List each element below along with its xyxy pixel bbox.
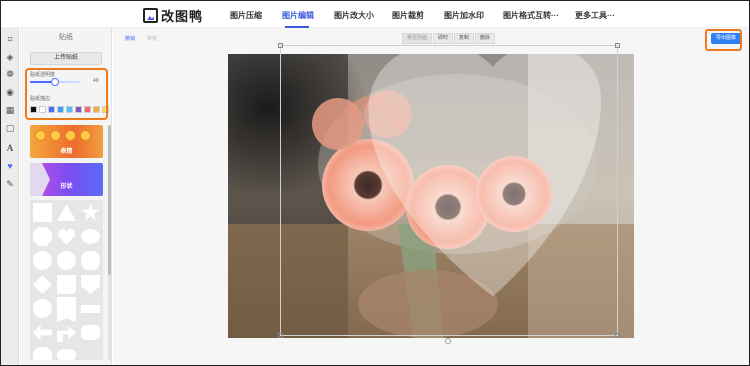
crop-icon[interactable]: ⌗ xyxy=(5,34,15,44)
rotate-handle[interactable] xyxy=(445,338,451,344)
undo-button[interactable]: 撤销 xyxy=(125,35,135,42)
sticker-toolbar: 移至前面 即时 复制 删除 xyxy=(402,33,496,44)
note-shape-icon[interactable] xyxy=(57,275,76,294)
tool-rail: ⌗ ◈ ❁ ◉ ▦ ▢ A ♥ ✎ xyxy=(1,28,19,365)
opacity-stroke-highlight xyxy=(25,68,108,120)
emoji-icon xyxy=(35,130,46,141)
brand-logo[interactable]: 改图鸭 xyxy=(143,6,203,25)
brand-name: 改图鸭 xyxy=(161,9,204,24)
nav-item-watermark[interactable]: 图片加水印 xyxy=(444,10,484,21)
blob-shape-icon[interactable] xyxy=(33,347,52,360)
sticker-pack-label: 表情 xyxy=(60,149,73,155)
filter-icon[interactable]: ❁ xyxy=(5,69,15,79)
emoji-icon xyxy=(65,130,76,141)
logo-icon xyxy=(143,8,158,23)
drop-icon[interactable]: ◈ xyxy=(5,52,15,62)
sticker-selection-box[interactable] xyxy=(278,43,620,338)
bar-shape-icon[interactable] xyxy=(81,305,100,313)
sticker-pack-emoji[interactable]: 表情 xyxy=(30,125,103,158)
nav-item-more-tools[interactable]: 更多工具··· xyxy=(575,10,615,21)
nav-item-crop[interactable]: 图片裁剪 xyxy=(392,10,424,21)
upload-sticker-button[interactable]: 上传贴纸 xyxy=(30,52,102,65)
panel-scrollbar[interactable] xyxy=(108,125,111,360)
bring-forward-button[interactable]: 移至前面 xyxy=(402,33,433,44)
delete-button[interactable]: 删除 xyxy=(475,33,496,44)
nav-item-compress[interactable]: 图片压缩 xyxy=(230,10,262,21)
shape-sticker-grid xyxy=(30,200,103,360)
redo-button[interactable]: 恢复 xyxy=(147,35,157,42)
resize-handle[interactable] xyxy=(278,43,283,48)
sticker-pack-label: 形状 xyxy=(60,184,73,190)
turn-arrow-icon[interactable] xyxy=(57,325,76,342)
resize-handle[interactable] xyxy=(278,333,283,338)
cloud-shape-icon[interactable] xyxy=(81,325,100,340)
burst-shape-icon[interactable] xyxy=(81,251,100,270)
mosaic-icon[interactable]: ▦ xyxy=(5,105,15,115)
chevron-shape-icon xyxy=(30,163,50,196)
adjust-icon[interactable]: ◉ xyxy=(5,87,15,97)
speech-bubble-icon[interactable] xyxy=(81,229,100,244)
shield-shape-icon[interactable] xyxy=(81,275,100,294)
scrollbar-thumb[interactable] xyxy=(108,125,111,275)
bookmark-shape-icon[interactable] xyxy=(57,297,76,322)
octagon-shape-icon[interactable] xyxy=(33,227,52,246)
text-icon[interactable]: A xyxy=(5,143,15,153)
duplicate-button[interactable]: 复制 xyxy=(454,33,475,44)
nav-item-format-convert[interactable]: 图片格式互转··· xyxy=(503,10,559,21)
top-navigation: 改图鸭 图片压缩 图片编辑 图片改大小 图片裁剪 图片加水印 图片格式互转···… xyxy=(1,1,749,28)
star-shape-icon[interactable] xyxy=(81,203,100,221)
emoji-icon xyxy=(80,130,91,141)
resize-handle[interactable] xyxy=(615,333,620,338)
panel-title: 贴纸 xyxy=(59,34,73,41)
badge-shape-icon[interactable] xyxy=(33,251,52,270)
nav-item-edit[interactable]: 图片编辑 xyxy=(282,10,314,21)
diamond-shape-icon[interactable] xyxy=(33,275,52,294)
resize-handle[interactable] xyxy=(615,43,620,48)
heart-shape-icon[interactable] xyxy=(57,228,76,246)
instant-button[interactable]: 即时 xyxy=(433,33,454,44)
arrow-left-icon[interactable] xyxy=(33,324,52,341)
emoji-icon xyxy=(50,130,61,141)
brush-icon[interactable]: ✎ xyxy=(5,179,15,189)
sticker-pack-shapes[interactable]: 形状 xyxy=(30,163,103,196)
export-highlight xyxy=(705,29,742,51)
seal-shape-icon[interactable] xyxy=(57,251,76,270)
scroll-shape-icon[interactable] xyxy=(57,349,76,360)
nav-item-resize[interactable]: 图片改大小 xyxy=(334,10,374,21)
circle-shape-icon[interactable] xyxy=(33,299,52,318)
sticker-icon[interactable]: ♥ xyxy=(5,161,15,171)
square-shape-icon[interactable] xyxy=(33,203,52,222)
triangle-shape-icon[interactable] xyxy=(57,203,76,222)
frame-icon[interactable]: ▢ xyxy=(5,123,15,133)
